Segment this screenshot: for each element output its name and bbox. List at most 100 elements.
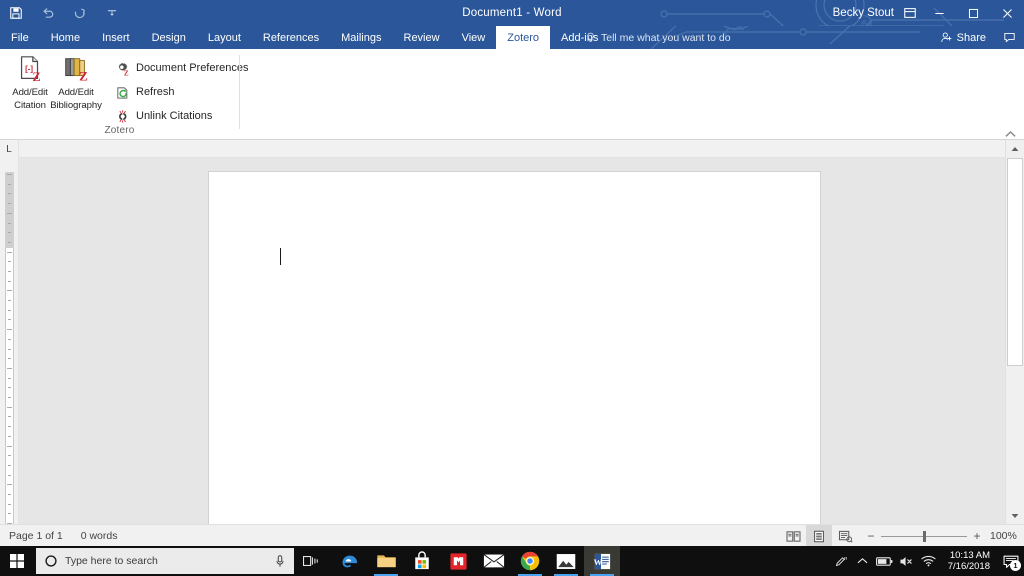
vertical-ruler-tick xyxy=(8,426,11,427)
taskbar-app-store[interactable] xyxy=(404,546,440,576)
status-bar-right: − + 100% xyxy=(780,525,1024,547)
taskbar-search-box[interactable]: Type here to search xyxy=(36,548,294,574)
share-button[interactable]: Share xyxy=(932,26,994,49)
minimize-button[interactable] xyxy=(922,0,956,26)
horizontal-ruler[interactable]: 12345671 xyxy=(0,140,1024,297)
wifi-icon[interactable] xyxy=(918,546,940,576)
svg-text:Z: Z xyxy=(123,69,128,76)
ribbon-tabs: File Home Insert Design Layout References Mail… xyxy=(0,26,609,49)
vertical-ruler-tick xyxy=(8,184,11,185)
vertical-ruler-tick xyxy=(8,261,11,262)
print-layout-button[interactable] xyxy=(806,525,832,547)
svg-text:R: R xyxy=(844,555,847,561)
ribbon-group-label: Zotero xyxy=(104,125,135,136)
taskbar-app-reader[interactable] xyxy=(440,546,476,576)
start-button[interactable] xyxy=(0,546,34,576)
action-center-button[interactable]: 1 xyxy=(998,546,1024,576)
taskbar-app-chrome[interactable] xyxy=(512,546,548,576)
vertical-ruler-tick xyxy=(8,281,11,282)
share-person-icon xyxy=(940,32,952,43)
tab-home[interactable]: Home xyxy=(40,26,91,49)
collapse-ribbon-icon[interactable] xyxy=(1002,127,1018,141)
share-area: Share xyxy=(932,26,1024,49)
taskbar-app-mail[interactable] xyxy=(476,546,512,576)
tab-design[interactable]: Design xyxy=(141,26,197,49)
add-edit-citation-button[interactable]: [-] Z Add/Edit Citation xyxy=(6,53,54,123)
volume-muted-icon[interactable] xyxy=(896,546,918,576)
zotero-add-bibliography-icon: Z xyxy=(60,53,92,85)
tab-layout[interactable]: Layout xyxy=(197,26,252,49)
taskbar-app-file-explorer[interactable] xyxy=(368,546,404,576)
document-page[interactable] xyxy=(209,172,820,524)
word-count[interactable]: 0 words xyxy=(72,530,127,542)
tab-view[interactable]: View xyxy=(451,26,497,49)
account-name[interactable]: Becky Stout xyxy=(833,0,894,26)
add-edit-bibliography-button[interactable]: Z Add/Edit Bibliography xyxy=(50,53,102,123)
tab-review[interactable]: Review xyxy=(393,26,451,49)
task-view-button[interactable] xyxy=(294,546,328,576)
taskbar-app-word[interactable]: W xyxy=(584,546,620,576)
tab-insert[interactable]: Insert xyxy=(91,26,141,49)
zoom-control[interactable]: − + xyxy=(858,529,990,543)
vertical-ruler-tick xyxy=(8,319,11,320)
windows-taskbar: Type here to search W 10:13 AM 7/16/2018… xyxy=(0,546,1024,576)
pen-tray-icon[interactable]: R xyxy=(830,546,852,576)
tab-file[interactable]: File xyxy=(0,26,40,49)
vertical-ruler-tick xyxy=(8,300,11,301)
scroll-up-button[interactable] xyxy=(1006,140,1024,157)
system-tray: R 10:13 AM 7/16/2018 1 xyxy=(830,546,1024,576)
taskbar-app-edge[interactable] xyxy=(332,546,368,576)
ribbon-display-options-icon[interactable] xyxy=(896,0,924,26)
comment-icon[interactable] xyxy=(994,26,1024,49)
vertical-ruler-tick xyxy=(8,310,11,311)
svg-text:W: W xyxy=(593,556,602,566)
read-mode-button[interactable] xyxy=(780,525,806,547)
text-cursor xyxy=(280,248,282,265)
zoom-slider-handle[interactable] xyxy=(923,530,926,542)
document-preferences-button[interactable]: Z Document Preferences xyxy=(110,57,253,79)
tell-me-search[interactable]: Tell me what you want to do xyxy=(585,26,731,49)
tab-mailings[interactable]: Mailings xyxy=(330,26,392,49)
clock-date: 7/16/2018 xyxy=(947,561,990,572)
zotero-unlink-citations-icon xyxy=(114,108,130,124)
taskbar-apps: W xyxy=(332,546,620,576)
status-bar: Page 1 of 1 0 words − + 100% xyxy=(0,524,1024,547)
tab-zotero[interactable]: Zotero xyxy=(496,26,551,49)
scrollbar-thumb[interactable] xyxy=(1007,158,1023,366)
cortana-circle-icon xyxy=(45,555,57,567)
tab-references[interactable]: References xyxy=(252,26,330,49)
refresh-button[interactable]: Refresh xyxy=(110,81,179,103)
zoom-slider[interactable] xyxy=(881,530,967,542)
vertical-ruler-tick xyxy=(8,242,11,243)
show-hidden-icons-chevron[interactable] xyxy=(852,546,874,576)
vertical-ruler-tick xyxy=(8,223,11,224)
close-button[interactable] xyxy=(990,0,1024,26)
document-canvas[interactable] xyxy=(19,158,1005,524)
vertical-scrollbar[interactable] xyxy=(1005,140,1024,524)
add-edit-bibliography-label-line1: Add/Edit xyxy=(58,87,94,98)
page-indicator[interactable]: Page 1 of 1 xyxy=(0,530,72,542)
vertical-ruler[interactable] xyxy=(0,158,19,573)
vertical-ruler-tick xyxy=(7,329,12,330)
word-application-window: ☭ Document1 - Word Becky Stout ☭ File Ho… xyxy=(0,0,1024,576)
vertical-ruler-tick xyxy=(7,368,12,369)
microphone-icon[interactable] xyxy=(274,554,286,568)
battery-icon[interactable] xyxy=(874,546,896,576)
add-edit-citation-label-line2: Citation xyxy=(14,100,46,111)
zotero-document-preferences-icon: Z xyxy=(114,60,130,76)
taskbar-clock[interactable]: 10:13 AM 7/16/2018 xyxy=(940,550,998,572)
zoom-out-button[interactable]: − xyxy=(866,529,876,543)
web-layout-button[interactable] xyxy=(832,525,858,547)
zoom-level-label[interactable]: 100% xyxy=(990,530,1024,542)
maximize-button[interactable] xyxy=(956,0,990,26)
vertical-ruler-tick xyxy=(8,358,11,359)
tab-stop-selector[interactable]: L xyxy=(0,140,19,158)
scroll-down-button[interactable] xyxy=(1006,507,1024,524)
vertical-ruler-tick xyxy=(8,232,11,233)
vertical-ruler-tick xyxy=(8,193,11,194)
zoom-in-button[interactable]: + xyxy=(972,529,982,543)
unlink-citations-button[interactable]: Unlink Citations xyxy=(110,105,216,127)
search-placeholder: Type here to search xyxy=(65,555,158,567)
taskbar-app-photos[interactable] xyxy=(548,546,584,576)
vertical-ruler-tick xyxy=(8,436,11,437)
